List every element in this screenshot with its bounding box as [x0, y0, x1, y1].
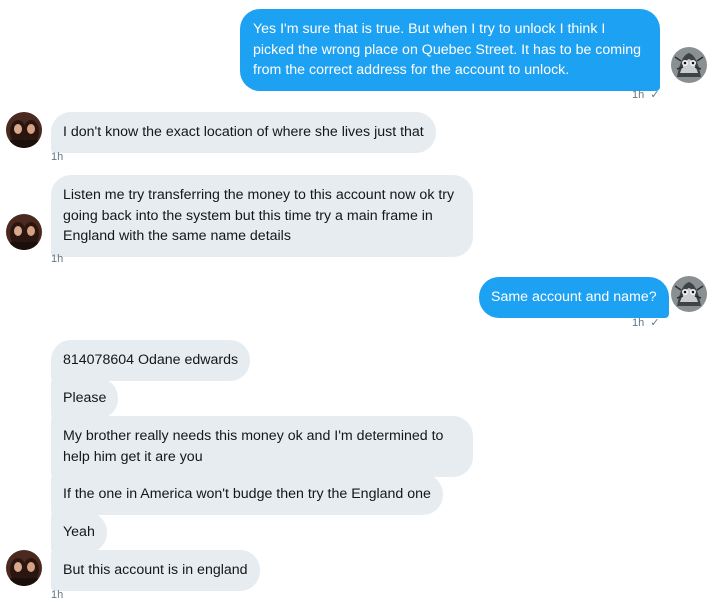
two-women-avatar-icon	[6, 550, 42, 586]
contact-avatar[interactable]	[6, 214, 42, 250]
my-avatar[interactable]	[671, 47, 707, 83]
timestamp: 1h	[51, 589, 64, 601]
timestamp: 1h	[51, 253, 64, 265]
message-bubble-received[interactable]: I don't know the exact location of where…	[51, 112, 436, 153]
message-bubble-sent[interactable]: Same account and name?	[479, 277, 669, 318]
message-meta: 1h ✓	[632, 317, 660, 329]
message-bubble-received[interactable]: My brother really needs this money ok an…	[51, 416, 473, 477]
timestamp: 1h	[632, 89, 645, 101]
message-bubble-received[interactable]: Please	[51, 378, 119, 419]
timestamp: 1h	[51, 151, 64, 163]
message-bubble-received[interactable]: Yeah	[51, 512, 107, 553]
contact-avatar[interactable]	[6, 112, 42, 148]
message-meta: 1h ✓	[632, 89, 660, 101]
contact-avatar[interactable]	[6, 550, 42, 586]
timestamp: 1h	[632, 317, 645, 329]
checkmark-icon: ✓	[650, 317, 660, 329]
message-bubble-received[interactable]: If the one in America won't budge then t…	[51, 474, 443, 515]
message-bubble-received[interactable]: But this account is in england	[51, 550, 260, 591]
two-women-avatar-icon	[6, 112, 42, 148]
my-avatar[interactable]	[671, 276, 707, 312]
owl-avatar-icon	[671, 47, 707, 83]
message-bubble-sent[interactable]: Yes I'm sure that is true. But when I tr…	[240, 9, 660, 91]
owl-avatar-icon	[671, 276, 707, 312]
checkmark-icon: ✓	[650, 89, 660, 101]
two-women-avatar-icon	[6, 214, 42, 250]
message-bubble-received[interactable]: Listen me try transferring the money to …	[51, 175, 473, 257]
message-bubble-received[interactable]: 814078604 Odane edwards	[51, 340, 251, 381]
